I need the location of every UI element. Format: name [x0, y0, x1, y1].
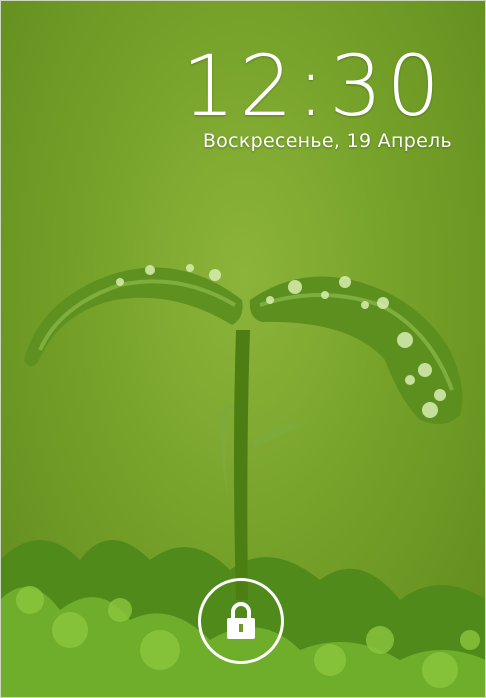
- lock-icon: [227, 602, 255, 639]
- lockscreen-date: Воскресенье, 19 Апрель: [202, 130, 452, 152]
- lockscreen-clock: 12:30: [181, 37, 444, 135]
- unlock-button[interactable]: [198, 578, 284, 664]
